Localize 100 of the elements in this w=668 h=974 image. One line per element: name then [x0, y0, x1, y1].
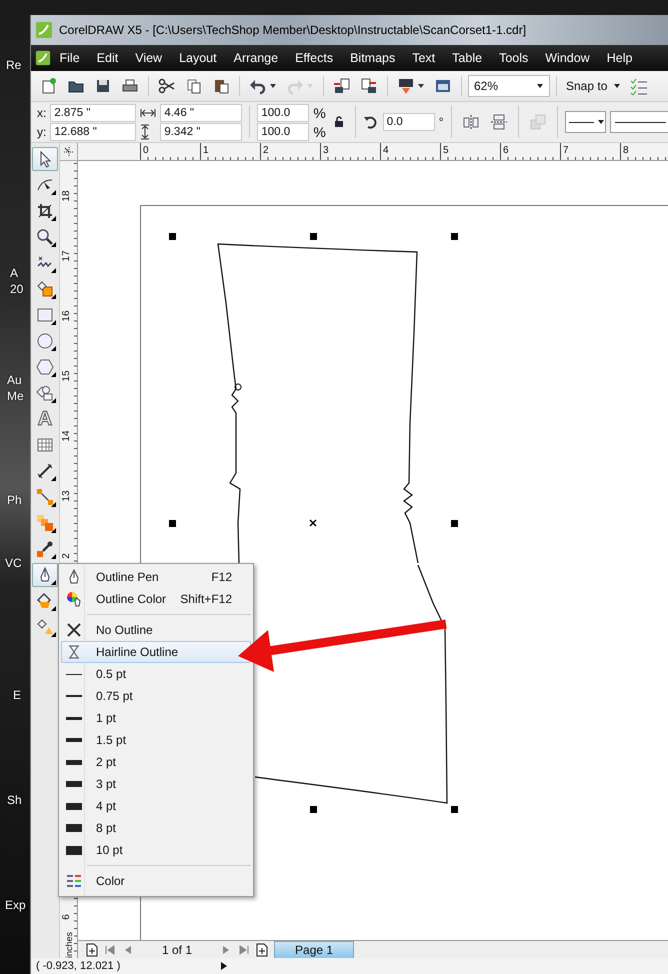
menu-item[interactable]: No Outline: [61, 619, 251, 641]
menu-item[interactable]: Table: [444, 51, 491, 65]
menu-item[interactable]: 4 pt: [61, 795, 251, 817]
rotation-angle-field[interactable]: 0.0: [382, 113, 435, 131]
width-field[interactable]: 4.46 ": [160, 104, 242, 122]
desktop-icon-label[interactable]: Sh: [7, 793, 22, 807]
checklist-icon: [630, 77, 648, 95]
desktop-icon-label[interactable]: Re: [6, 58, 22, 72]
menu-item[interactable]: 0.75 pt: [61, 685, 251, 707]
desktop-icon-label[interactable]: A: [10, 266, 18, 280]
caret-icon: [269, 82, 277, 90]
selection-handle[interactable]: [169, 520, 176, 527]
caret-icon: [613, 82, 622, 90]
table-grid-icon: [36, 436, 54, 454]
menu-item[interactable]: Window: [536, 51, 598, 65]
selection-handle[interactable]: [310, 233, 317, 240]
menu-item[interactable]: Bitmaps: [342, 51, 404, 65]
center-marker[interactable]: [309, 519, 317, 527]
clipboard-icon: [212, 77, 230, 95]
fill-bucket-icon: [36, 592, 54, 610]
triangle-right-icon[interactable]: [220, 961, 228, 971]
ruler-number: 15: [60, 369, 73, 384]
x-position-field[interactable]: 2.875 ": [50, 104, 136, 122]
desktop-icon-label[interactable]: 20: [10, 282, 24, 296]
menu-item[interactable]: 2 pt: [61, 751, 251, 773]
overlapping-squares-icon: [528, 113, 547, 131]
page-tab[interactable]: Page 1: [274, 940, 354, 958]
selection-handle[interactable]: [451, 520, 458, 527]
menu-item[interactable]: 1 pt: [61, 707, 251, 729]
caret-icon: [536, 82, 544, 90]
menu-item[interactable]: Edit: [88, 51, 127, 65]
scale-width-field[interactable]: 100.0: [257, 104, 310, 122]
menu-item[interactable]: Layout: [170, 51, 226, 65]
ruler-number: 2: [60, 552, 73, 561]
ruler-number: 6: [500, 143, 509, 158]
hourglass-icon: [66, 644, 82, 660]
snap-to-dropdown[interactable]: Snap to: [563, 79, 624, 93]
redo-arrow-icon: [286, 77, 304, 95]
mirror-vertical-icon: [490, 113, 508, 131]
ruler-number: 17: [60, 249, 73, 264]
app-logo-icon: [35, 21, 53, 39]
desktop-icon-label[interactable]: Exp: [5, 898, 26, 912]
ruler-number: 7: [560, 143, 569, 158]
selection-handle[interactable]: [169, 233, 176, 240]
outline-tool-button[interactable]: [32, 563, 58, 587]
menu-item[interactable]: Outline Pen F12: [61, 566, 251, 588]
desktop-icon-label[interactable]: Au: [7, 373, 22, 387]
menu-item[interactable]: 10 pt: [61, 839, 251, 861]
add-page-icon[interactable]: [86, 942, 98, 956]
menu-item[interactable]: File: [51, 51, 88, 65]
x-label: x:: [37, 106, 46, 120]
menu-item[interactable]: Outline Color Shift+F12: [61, 588, 251, 610]
menu-item[interactable]: Color: [61, 870, 251, 892]
height-field[interactable]: 9.342 ": [160, 122, 242, 140]
y-position-field[interactable]: 12.688 ": [50, 122, 136, 140]
menu-item[interactable]: 8 pt: [61, 817, 251, 839]
line-style-dropdown[interactable]: [564, 111, 606, 133]
menu-item[interactable]: Help: [598, 51, 641, 65]
menu-item[interactable]: View: [126, 51, 171, 65]
ruler-number: 2: [260, 143, 269, 158]
app-logo-icon[interactable]: [35, 50, 51, 66]
menu-item[interactable]: 1.5 pt: [61, 729, 251, 751]
add-page-icon[interactable]: [256, 942, 268, 956]
percent-unit: %: [313, 124, 326, 140]
eyedropper-icon: [36, 540, 54, 558]
selection-handle[interactable]: [310, 806, 317, 813]
desktop-icon-label[interactable]: Me: [7, 389, 24, 403]
menu-item[interactable]: Effects: [286, 51, 342, 65]
menu-item[interactable]: Arrange: [225, 51, 287, 65]
pick-tool-button[interactable]: [32, 147, 58, 171]
caret-icon: [417, 82, 425, 90]
caret-icon: [306, 82, 314, 90]
menu-item[interactable]: Tools: [490, 51, 537, 65]
window-title: CorelDRAW X5 - [C:\Users\TechShop Member\Desktop\Instructable\ScanCorset1-1.cdr]: [59, 23, 526, 37]
color-settings-icon: [66, 873, 82, 889]
ruler-number: 14: [60, 429, 73, 444]
first-page-icon[interactable]: [104, 944, 116, 956]
outline-style-field[interactable]: [610, 111, 668, 133]
menu-item[interactable]: 3 pt: [61, 773, 251, 795]
scale-height-field[interactable]: 100.0: [257, 122, 310, 140]
padlock-icon: [332, 116, 345, 128]
export-icon: [360, 77, 378, 95]
desktop-icon-label[interactable]: E: [13, 688, 22, 702]
desktop-icon-label[interactable]: VC: [5, 556, 22, 570]
zoom-level-dropdown[interactable]: 62%: [468, 75, 550, 97]
selection-handle[interactable]: [451, 806, 458, 813]
page-count: 1 of 1: [161, 942, 194, 956]
text-tool-button[interactable]: A: [32, 407, 58, 431]
line-weight-sample: [66, 824, 82, 832]
ruler-number: 18: [60, 189, 73, 204]
line-weight-sample: [66, 760, 82, 764]
menu-item[interactable]: Text: [404, 51, 444, 65]
last-page-icon[interactable]: [238, 944, 250, 956]
desktop-icon-label[interactable]: Ph: [7, 493, 22, 507]
y-label: y:: [37, 124, 46, 138]
selection-handle[interactable]: [451, 233, 458, 240]
menu-item[interactable]: 0.5 pt: [61, 663, 251, 685]
zoom-icon: [36, 228, 54, 246]
menu-item[interactable]: Hairline Outline: [61, 641, 251, 663]
ruler-origin-icon[interactable]: [62, 146, 74, 158]
